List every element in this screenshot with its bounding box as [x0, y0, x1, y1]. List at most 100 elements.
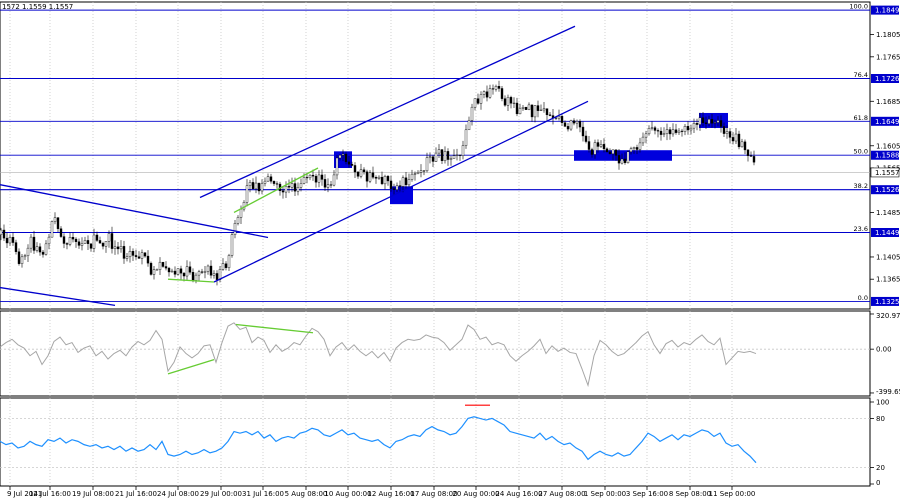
candle-body	[353, 165, 357, 173]
candle-body	[596, 142, 600, 147]
candle-body	[398, 185, 402, 187]
candle-body	[590, 149, 594, 155]
candle-body	[293, 183, 297, 192]
candle-body	[356, 171, 360, 177]
current-price-label: 1.1557	[875, 169, 900, 177]
candle-body	[479, 94, 483, 104]
candle-body	[53, 217, 57, 222]
candle-body	[713, 122, 717, 124]
date-label: 10 Aug 00:00	[324, 490, 371, 498]
candle-body	[362, 169, 366, 173]
price-tick-label: 1.1765	[876, 53, 900, 61]
date-label: 8 Sep 08:00	[669, 490, 711, 498]
rsi-panel	[0, 397, 871, 487]
candle-body	[35, 246, 39, 251]
candle-body	[632, 147, 636, 149]
cci-tick-label: -399.652	[876, 388, 900, 396]
candle-body	[728, 131, 732, 138]
candle-body	[530, 104, 534, 118]
candle-body	[593, 142, 597, 155]
rsi-tick-label: 80	[876, 415, 885, 423]
candle-body	[482, 91, 486, 95]
candle-body	[383, 175, 387, 185]
candle-body	[386, 175, 390, 182]
candle-body	[578, 121, 582, 128]
candle-body	[176, 268, 180, 275]
candle-body	[698, 117, 702, 125]
cci-panel	[0, 310, 871, 397]
candle-body	[266, 176, 270, 182]
candle-body	[254, 182, 258, 190]
candle-body	[227, 255, 231, 268]
candle-body	[314, 175, 318, 183]
candle-body	[629, 148, 633, 152]
rsi-tick-label: 100	[876, 399, 889, 407]
candle-body	[506, 97, 510, 106]
candle-body	[116, 246, 120, 250]
candle-body	[188, 266, 192, 273]
candle-body	[539, 109, 543, 111]
candle-body	[734, 133, 738, 142]
candle-body	[107, 233, 111, 242]
candle-body	[554, 117, 558, 119]
candle-body	[671, 129, 675, 135]
date-label: 24 Aug 16:00	[495, 490, 542, 498]
candle-body	[686, 126, 690, 131]
candle-body	[374, 177, 378, 179]
candle-body	[65, 243, 69, 245]
candle-body	[704, 122, 708, 124]
candle-body	[746, 149, 750, 156]
candle-body	[473, 98, 477, 108]
candle-body	[125, 256, 129, 259]
candle-body	[320, 174, 324, 180]
candle-body	[95, 234, 99, 241]
candle-body	[128, 251, 132, 258]
candle-body	[80, 243, 84, 246]
candle-body	[575, 121, 579, 124]
candle-body	[458, 154, 462, 156]
candle-body	[647, 128, 651, 135]
candle-body	[542, 108, 546, 111]
candle-body	[659, 130, 663, 135]
candle-body	[752, 156, 756, 163]
candle-body	[563, 122, 567, 127]
candle-body	[284, 185, 288, 193]
candle-body	[515, 102, 519, 115]
candle-body	[380, 176, 384, 185]
candle-body	[680, 130, 684, 132]
candle-body	[236, 217, 240, 224]
candle-body	[461, 145, 465, 156]
candle-body	[446, 151, 450, 160]
candle-body	[287, 185, 291, 188]
fib-tag-label: 1.1649	[875, 118, 900, 126]
price-tick-label: 1.1485	[876, 209, 900, 217]
candle-body	[332, 174, 336, 186]
candle-body	[365, 171, 369, 182]
candle-body	[263, 180, 267, 184]
cci-tick-label: 0.00	[876, 346, 892, 354]
candle-body	[437, 149, 441, 154]
candle-body	[62, 236, 66, 244]
fib-label: 23.6	[854, 225, 868, 233]
candle-body	[368, 172, 372, 182]
fib-tag-label: 1.1588	[875, 152, 900, 160]
candle-body	[566, 126, 570, 130]
candle-body	[98, 240, 102, 244]
candle-body	[464, 129, 468, 146]
candle-body	[689, 127, 693, 131]
candle-body	[428, 156, 432, 158]
candle-body	[239, 208, 243, 218]
candle-body	[170, 270, 174, 273]
candle-body	[452, 155, 456, 159]
candle-body	[731, 137, 735, 142]
candle-body	[392, 188, 396, 190]
candle-body	[440, 149, 444, 162]
candle-body	[101, 242, 105, 247]
candle-body	[443, 151, 447, 162]
candle-body	[683, 126, 687, 132]
candle-body	[587, 141, 591, 150]
candle-body	[599, 144, 603, 147]
price-tick-label: 1.1805	[876, 31, 900, 39]
candle-body	[29, 236, 33, 249]
candle-body	[710, 119, 714, 124]
